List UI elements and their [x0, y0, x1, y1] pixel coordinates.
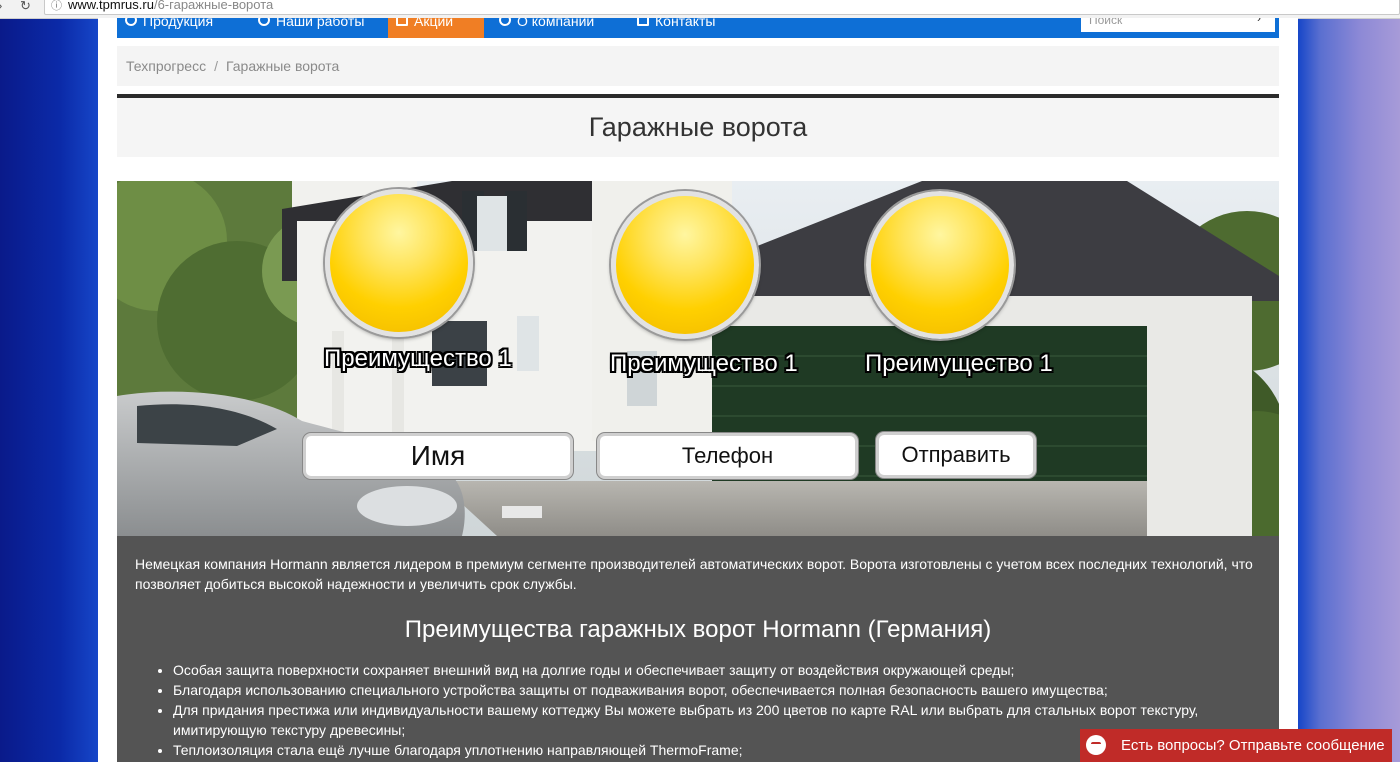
name-input[interactable]: Имя [303, 433, 573, 479]
breadcrumb: Техпрогресс / Гаражные ворота [117, 46, 1279, 86]
nav-item-label: О компании [517, 18, 595, 29]
chat-widget-button[interactable]: Есть вопросы? Отправьте сообщение [1080, 729, 1392, 762]
list-item: Особая защита поверхности сохраняет внеш… [173, 660, 1273, 680]
hero-banner: Преимущество 1 Преимущество 1 Преимущест… [117, 181, 1279, 536]
nav-item-label: Продукция [143, 18, 214, 29]
site-info-icon[interactable]: ⓘ [51, 0, 62, 12]
back-icon[interactable]: › [0, 0, 2, 12]
page-title: Гаражные ворота [117, 94, 1279, 157]
advantage-label: Преимущество 1 [610, 350, 798, 377]
advantage-circle-icon [611, 191, 759, 339]
phone-input[interactable]: Телефон [597, 433, 858, 479]
nav-item-contacts[interactable]: Контакты [629, 18, 741, 38]
nav-item-products[interactable]: Продукция [117, 18, 244, 38]
browser-toolbar: › ↻ ⓘ www.tpmrus.ru/6-гаражные-ворота [0, 0, 1400, 19]
url-host: www.tpmrus.ru [68, 0, 154, 12]
nav-item-about[interactable]: О компании [491, 18, 619, 38]
page-container: Продукция Наши работы Акции О компании К… [98, 18, 1298, 762]
chat-widget-label: Есть вопросы? Отправьте сообщение [1121, 737, 1385, 754]
nav-item-promotions[interactable]: Акции [388, 18, 484, 38]
submit-button[interactable]: Отправить [876, 432, 1036, 478]
nav-item-label: Контакты [655, 18, 716, 29]
advantages-heading: Преимущества гаражных ворот Hormann (Гер… [404, 616, 992, 643]
advantage-item: Преимущество 1 [610, 191, 798, 378]
url-path: /6-гаражные-ворота [153, 0, 274, 12]
advantage-item: Преимущество 1 [865, 191, 1053, 378]
search-input[interactable]: Поиск › [1081, 18, 1275, 32]
search-placeholder: Поиск [1089, 18, 1123, 27]
main-nav: Продукция Наши работы Акции О компании К… [117, 18, 1279, 38]
reload-icon[interactable]: ↻ [20, 0, 31, 12]
advantage-circle-icon [866, 191, 1014, 339]
list-item: Благодаря использованию специального уст… [173, 680, 1273, 700]
nav-item-label: Наши работы [276, 18, 365, 29]
advantage-item: Преимущество 1 [324, 189, 512, 373]
info-icon [499, 18, 511, 26]
nav-item-label: Акции [414, 18, 454, 29]
breadcrumb-separator: / [214, 58, 218, 74]
nav-item-works[interactable]: Наши работы [250, 18, 388, 38]
contacts-icon [637, 18, 649, 26]
works-icon [258, 18, 270, 26]
advantage-label: Преимущество 1 [865, 350, 1053, 377]
products-icon [125, 18, 137, 26]
chat-bubble-icon [1086, 735, 1106, 755]
advantage-label: Преимущество 1 [324, 345, 512, 372]
breadcrumb-home-link[interactable]: Техпрогресс [126, 58, 206, 74]
search-arrow-icon[interactable]: › [1257, 18, 1261, 24]
promotions-icon [396, 18, 408, 26]
address-bar[interactable]: ⓘ www.tpmrus.ru/6-гаражные-ворота [44, 0, 1400, 15]
breadcrumb-current: Гаражные ворота [225, 58, 340, 74]
advantage-circle-icon [325, 189, 473, 337]
intro-text: Немецкая компания Hormann является лидер… [135, 556, 1253, 592]
